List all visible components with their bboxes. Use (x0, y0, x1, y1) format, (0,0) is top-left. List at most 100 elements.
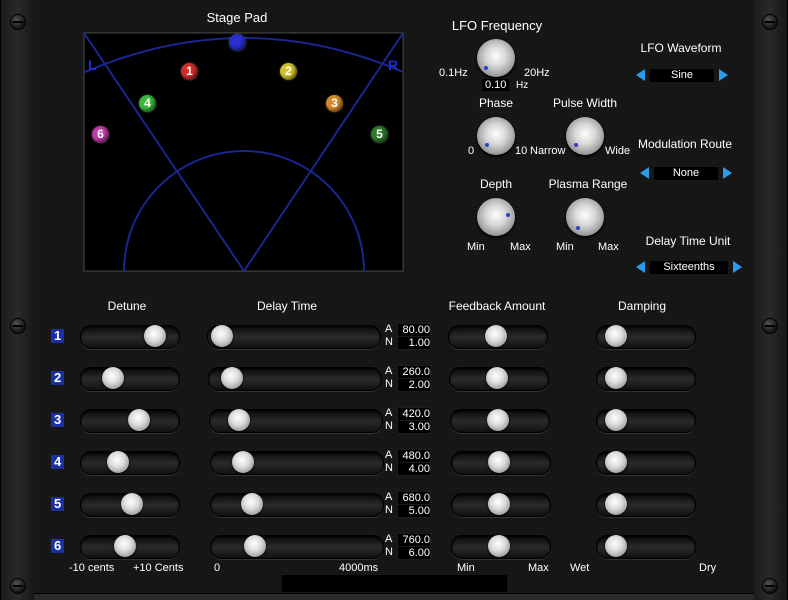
damping-slider-thumb[interactable] (605, 367, 627, 389)
feedback-slider-thumb[interactable] (488, 493, 510, 515)
detune-slider-thumb[interactable] (114, 535, 136, 557)
lfo-waveform-prev-arrow-icon[interactable] (636, 69, 645, 81)
stage-pad-title: Stage Pad (206, 10, 268, 25)
damping-slider-thumb[interactable] (605, 325, 627, 347)
lfo-waveform-next-arrow-icon[interactable] (719, 69, 728, 81)
damping-slider-track[interactable] (596, 409, 696, 433)
detune-slider-track[interactable] (80, 493, 180, 517)
feedback-slider-thumb[interactable] (487, 409, 509, 431)
detune-slider-thumb[interactable] (102, 367, 124, 389)
feedback-slider-track[interactable] (451, 535, 551, 559)
damping-slider-track[interactable] (596, 367, 696, 391)
damping-slider-thumb[interactable] (605, 451, 627, 473)
depth-min: Min (467, 241, 485, 253)
delay-time-column-header: Delay Time (256, 299, 318, 313)
delay-time-slider-track[interactable] (210, 493, 384, 517)
absolute-value[interactable]: 680.0 (397, 491, 431, 505)
source-6-handle[interactable]: 6 (92, 126, 109, 143)
detune-slider-thumb[interactable] (107, 451, 129, 473)
damping-slider-thumb[interactable] (605, 535, 627, 557)
modulation-route-prev-arrow-icon[interactable] (640, 167, 649, 179)
damping-slider-track[interactable] (596, 493, 696, 517)
feedback-slider-thumb[interactable] (486, 367, 508, 389)
delay-time-slider-thumb[interactable] (244, 535, 266, 557)
feedback-slider-track[interactable] (451, 451, 551, 475)
feedback-slider-thumb[interactable] (488, 535, 510, 557)
phase-min: 0 (468, 145, 475, 157)
feedback-slider-thumb[interactable] (488, 451, 510, 473)
depth-knob[interactable] (477, 198, 515, 236)
modulation-route-next-arrow-icon[interactable] (723, 167, 732, 179)
feedback-slider-track[interactable] (451, 493, 551, 517)
listener-handle[interactable] (229, 34, 246, 51)
row-number: 3 (51, 413, 65, 427)
delay-time-unit-title: Delay Time Unit (645, 234, 731, 248)
note-value[interactable]: 5.00 (397, 504, 431, 518)
lfo-frequency-min: 0.1Hz (439, 67, 468, 79)
lfo-frequency-knob[interactable] (477, 39, 515, 77)
delay-time-slider-track[interactable] (208, 367, 382, 391)
detune-slider-track[interactable] (80, 367, 180, 391)
absolute-value[interactable]: 260.0 (397, 365, 431, 379)
plasma-range-knob[interactable] (566, 198, 604, 236)
note-value[interactable]: 3.00 (397, 420, 431, 434)
delay-time-slider-thumb[interactable] (221, 367, 243, 389)
feedback-slider-track[interactable] (450, 409, 550, 433)
note-value[interactable]: 6.00 (397, 546, 431, 560)
detune-slider-track[interactable] (80, 325, 180, 349)
damping-slider-track[interactable] (596, 451, 696, 475)
absolute-value[interactable]: 420.0 (397, 407, 431, 421)
feedback-column-header: Feedback Amount (448, 299, 546, 313)
delay-time-slider-track[interactable] (210, 535, 384, 559)
rack-ear-right (752, 0, 788, 600)
detune-slider-track[interactable] (80, 409, 180, 433)
delay-time-slider-track[interactable] (210, 451, 384, 475)
delay-time-slider-thumb[interactable] (211, 325, 233, 347)
absolute-value[interactable]: 80.00 (397, 323, 431, 337)
source-4-handle[interactable]: 4 (139, 95, 156, 112)
source-1-handle[interactable]: 1 (181, 63, 198, 80)
phase-knob[interactable] (477, 117, 515, 155)
detune-slider-thumb[interactable] (128, 409, 150, 431)
detune-slider-track[interactable] (80, 451, 180, 475)
source-3-handle[interactable]: 3 (326, 95, 343, 112)
detune-slider-thumb[interactable] (121, 493, 143, 515)
detune-column-header: Detune (107, 299, 147, 313)
delay-time-slider-thumb[interactable] (241, 493, 263, 515)
stage-pad[interactable]: L R 1 2 3 4 5 6 (83, 32, 404, 272)
note-label: N (385, 420, 393, 432)
pad-left-label: L (88, 57, 97, 73)
feedback-slider-thumb[interactable] (485, 325, 507, 347)
feedback-slider-track[interactable] (449, 367, 549, 391)
damping-slider-track[interactable] (596, 535, 696, 559)
source-5-handle[interactable]: 5 (371, 126, 388, 143)
absolute-value[interactable]: 760.0 (397, 533, 431, 547)
note-value[interactable]: 4.00 (397, 462, 431, 476)
absolute-value[interactable]: 480.0 (397, 449, 431, 463)
depth-title: Depth (479, 177, 513, 191)
note-value[interactable]: 1.00 (397, 336, 431, 350)
detune-slider-thumb[interactable] (144, 325, 166, 347)
detune-slider-track[interactable] (80, 535, 180, 559)
damping-slider-thumb[interactable] (605, 493, 627, 515)
rack-ear-left (0, 0, 36, 600)
damping-slider-thumb[interactable] (605, 409, 627, 431)
feedback-slider-track[interactable] (448, 325, 548, 349)
note-value[interactable]: 2.00 (397, 378, 431, 392)
lfo-frequency-title: LFO Frequency (451, 18, 543, 33)
delay-time-unit-next-arrow-icon[interactable] (733, 261, 742, 273)
delay-time-unit-prev-arrow-icon[interactable] (636, 261, 645, 273)
damping-slider-track[interactable] (596, 325, 696, 349)
delay-time-slider-track[interactable] (207, 325, 381, 349)
lfo-frequency-value[interactable]: 0.10 (482, 79, 510, 91)
phase-max: 10 (515, 145, 528, 157)
delay-time-slider-track[interactable] (209, 409, 383, 433)
delay-time-slider-thumb[interactable] (232, 451, 254, 473)
lfo-frequency-unit: Hz (516, 80, 529, 91)
source-2-handle[interactable]: 2 (280, 63, 297, 80)
delay-time-slider-thumb[interactable] (228, 409, 250, 431)
plasma-range-min: Min (556, 241, 574, 253)
row-number: 4 (51, 455, 65, 469)
pulse-width-knob[interactable] (566, 117, 604, 155)
row-number: 1 (51, 329, 65, 343)
